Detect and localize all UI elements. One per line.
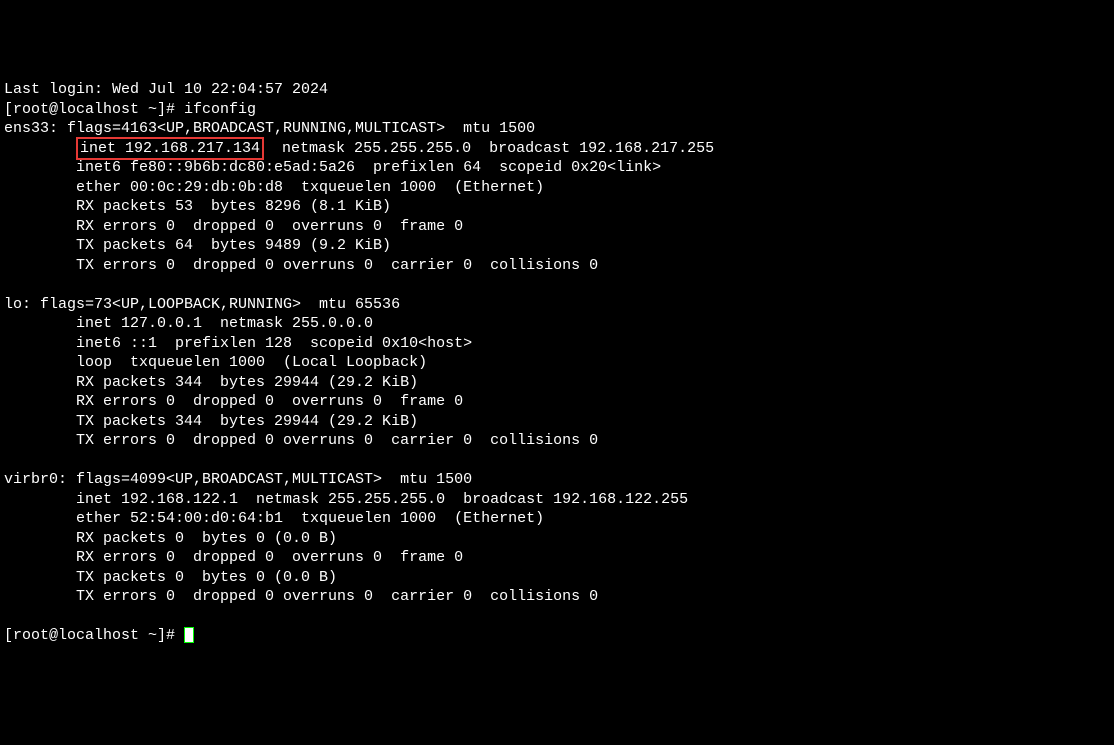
lo-tx-packets: TX packets 344 bytes 29944 (29.2 KiB) [4,413,418,430]
lo-rx-errors: RX errors 0 dropped 0 overruns 0 frame 0 [4,393,463,410]
terminal-output[interactable]: Last login: Wed Jul 10 22:04:57 2024 [ro… [0,78,1114,648]
virbr0-ether: ether 52:54:00:d0:64:b1 txqueuelen 1000 … [4,510,544,527]
virbr0-tx-errors: TX errors 0 dropped 0 overruns 0 carrier… [4,588,598,605]
ens33-tx-packets: TX packets 64 bytes 9489 (9.2 KiB) [4,237,391,254]
command-ifconfig: ifconfig [184,101,256,118]
ens33-rx-packets: RX packets 53 bytes 8296 (8.1 KiB) [4,198,391,215]
lo-rx-packets: RX packets 344 bytes 29944 (29.2 KiB) [4,374,418,391]
virbr0-rx-packets: RX packets 0 bytes 0 (0.0 B) [4,530,337,547]
ens33-inet-highlight: inet 192.168.217.134 [76,137,264,161]
ens33-tx-errors: TX errors 0 dropped 0 overruns 0 carrier… [4,257,598,274]
last-login-line: Last login: Wed Jul 10 22:04:57 2024 [4,81,328,98]
shell-prompt-2: [root@localhost ~]# [4,627,184,644]
virbr0-inet: inet 192.168.122.1 netmask 255.255.255.0… [4,491,688,508]
ens33-ether: ether 00:0c:29:db:0b:d8 txqueuelen 1000 … [4,179,544,196]
virbr0-header: virbr0: flags=4099<UP,BROADCAST,MULTICAS… [4,471,472,488]
lo-inet6: inet6 ::1 prefixlen 128 scopeid 0x10<hos… [4,335,472,352]
shell-prompt: [root@localhost ~]# [4,101,184,118]
virbr0-tx-packets: TX packets 0 bytes 0 (0.0 B) [4,569,337,586]
virbr0-rx-errors: RX errors 0 dropped 0 overruns 0 frame 0 [4,549,463,566]
lo-loop: loop txqueuelen 1000 (Local Loopback) [4,354,427,371]
ens33-inet-pad [4,140,76,157]
lo-header: lo: flags=73<UP,LOOPBACK,RUNNING> mtu 65… [4,296,400,313]
cursor-icon[interactable] [184,627,194,643]
ens33-rx-errors: RX errors 0 dropped 0 overruns 0 frame 0 [4,218,463,235]
ens33-inet6: inet6 fe80::9b6b:dc80:e5ad:5a26 prefixle… [4,159,661,176]
lo-inet: inet 127.0.0.1 netmask 255.0.0.0 [4,315,373,332]
lo-tx-errors: TX errors 0 dropped 0 overruns 0 carrier… [4,432,598,449]
ens33-inet-rest: netmask 255.255.255.0 broadcast 192.168.… [264,140,714,157]
ens33-header: ens33: flags=4163<UP,BROADCAST,RUNNING,M… [4,120,535,137]
